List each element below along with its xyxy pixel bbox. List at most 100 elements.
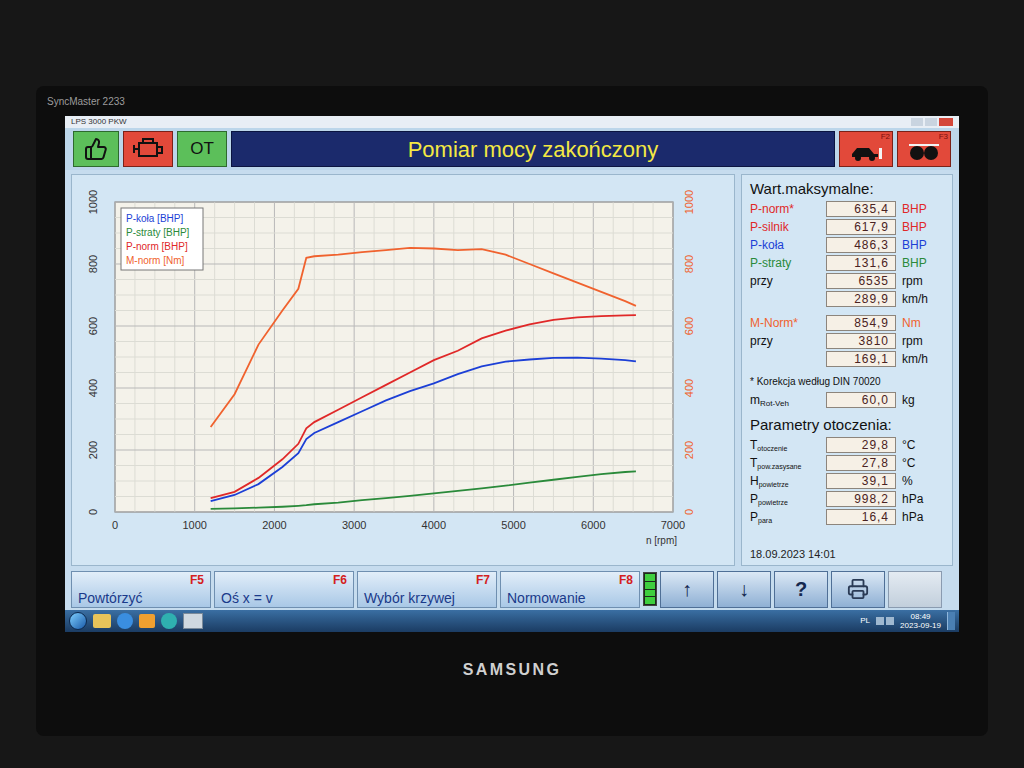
clock-date: 2023-09-19	[900, 621, 941, 630]
grid-line	[115, 279, 673, 280]
maximize-button[interactable]	[925, 118, 937, 126]
x-tick: 6000	[581, 519, 605, 531]
explorer-icon[interactable]	[93, 614, 111, 628]
photo-scene: SyncMaster 2233LPS 3000 PKWOTPomiar mocy…	[0, 0, 1024, 768]
value-box: 131,6	[826, 255, 896, 271]
row-unit: Nm	[902, 316, 921, 330]
value-box: 3810	[826, 333, 896, 349]
function-key-label: Oś x = v	[221, 591, 273, 606]
row-label: Totoczenie	[750, 438, 820, 452]
value-box: 27,8	[826, 455, 896, 471]
x-tick: 3000	[342, 519, 366, 531]
row-unit: BHP	[902, 202, 927, 216]
ok-button[interactable]	[73, 131, 119, 167]
grid-line	[115, 481, 673, 482]
ie-icon[interactable]	[117, 613, 133, 629]
nav-button[interactable]: ?	[774, 571, 828, 608]
row-label: P-koła	[750, 238, 820, 252]
value-box: 16,4	[826, 509, 896, 525]
level-indicator	[643, 572, 657, 606]
app-icon[interactable]	[183, 613, 203, 629]
main-area: 01000200030004000500060007000n [rpm]0200…	[65, 170, 959, 568]
row-unit: BHP	[902, 220, 927, 234]
x-axis-label: n [rpm]	[646, 535, 677, 546]
dyno-function-button[interactable]: F2	[839, 131, 893, 167]
plot-area	[115, 202, 673, 512]
ambient-row: Ppowietrze998,2hPa	[750, 491, 944, 507]
grid-line	[115, 202, 673, 203]
status-banner: Pomiar mocy zakończony	[231, 131, 835, 167]
row-label: Ppowietrze	[750, 492, 820, 506]
function-key-shortcut: F7	[476, 573, 490, 587]
value-box: 39,1	[826, 473, 896, 489]
show-desktop-button[interactable]	[947, 612, 955, 630]
y-tick-right: 200	[683, 441, 695, 459]
row-unit: km/h	[902, 352, 928, 366]
y-tick-right: 0	[683, 509, 695, 515]
car-on-dyno-icon	[849, 142, 883, 162]
toolbar: OTPomiar mocy zakończonyF2 F3	[65, 128, 959, 170]
language-indicator[interactable]: PL	[860, 616, 870, 626]
grid-line	[115, 310, 673, 311]
title-bar: LPS 3000 PKW	[65, 116, 959, 128]
function-key-shortcut: F5	[190, 573, 204, 587]
row-label: P-norm*	[750, 202, 820, 216]
max-values-title: Wart.maksymalne:	[750, 179, 944, 199]
row-label: M-Norm*	[750, 316, 820, 330]
legend-item: P-norm [BHP]	[126, 241, 188, 252]
disabled-button[interactable]	[888, 571, 942, 608]
function-bar: PowtórzyćF5 Oś x = v F6 Wybór krzywej F7 Norm…	[65, 568, 959, 610]
value-box: 635,4	[826, 201, 896, 217]
nav-button[interactable]: ↑	[660, 571, 714, 608]
row-unit: BHP	[902, 238, 927, 252]
minimize-button[interactable]	[911, 118, 923, 126]
media-icon[interactable]	[139, 614, 155, 628]
function-key[interactable]: NormowanieF8	[500, 571, 640, 608]
function-key-shortcut: F6	[333, 573, 347, 587]
function-key[interactable]: Wybór krzywej F7	[357, 571, 497, 608]
x-tick: 4000	[422, 519, 446, 531]
row-unit: rpm	[902, 334, 923, 348]
row-unit: hPa	[902, 492, 923, 506]
row-unit: %	[902, 474, 913, 488]
engine-icon	[131, 138, 165, 160]
f-key-label: F3	[939, 132, 948, 142]
function-key-label: Wybór krzywej	[364, 591, 455, 606]
ot-button[interactable]: OT	[177, 131, 227, 167]
nav-button[interactable]: ↓	[717, 571, 771, 608]
row-unit: hPa	[902, 510, 923, 524]
monitor-bottom-bezel: SAMSUNG	[65, 632, 959, 736]
correction-note: * Korekcja według DIN 70020	[750, 375, 944, 389]
ambient-row: Tpow.zasysane27,8°C	[750, 455, 944, 471]
function-key[interactable]: Oś x = v F6	[214, 571, 354, 608]
edge-icon[interactable]	[161, 613, 177, 629]
engine-button[interactable]	[123, 131, 173, 167]
series-line	[211, 358, 636, 502]
series-line	[211, 471, 636, 509]
start-orb-icon[interactable]	[69, 612, 87, 630]
mass-row: mRot-Veh60,0kg	[750, 391, 944, 409]
clock[interactable]: 08:492023-09-19	[900, 612, 941, 630]
x-tick: 1000	[182, 519, 206, 531]
max-values-group: P-norm*635,4BHPP-silnik617,9BHPP-koła486…	[750, 201, 944, 307]
close-button[interactable]	[939, 118, 953, 126]
taskbar: PL 08:492023-09-19	[65, 610, 959, 632]
row-label: Tpow.zasysane	[750, 456, 820, 470]
grid-line	[115, 512, 673, 513]
series-line	[211, 248, 636, 427]
grid-line	[115, 326, 673, 327]
tray-icons	[876, 617, 894, 625]
row-label: mRot-Veh	[750, 393, 820, 407]
dyno-function-button[interactable]: F3	[897, 131, 951, 167]
ambient-title: Parametry otoczenia:	[750, 415, 944, 435]
print-button[interactable]	[831, 571, 885, 608]
function-key[interactable]: PowtórzyćF5	[71, 571, 211, 608]
max-value-row: P-silnik617,9BHP	[750, 219, 944, 235]
grid-line	[115, 372, 673, 373]
window-title: LPS 3000 PKW	[71, 117, 127, 127]
grid-line	[115, 465, 673, 466]
y-tick-left: 800	[87, 255, 99, 273]
row-unit: kg	[902, 393, 915, 407]
row-unit: rpm	[902, 274, 923, 288]
monitor-top-bezel: SyncMaster 2233	[65, 86, 959, 116]
